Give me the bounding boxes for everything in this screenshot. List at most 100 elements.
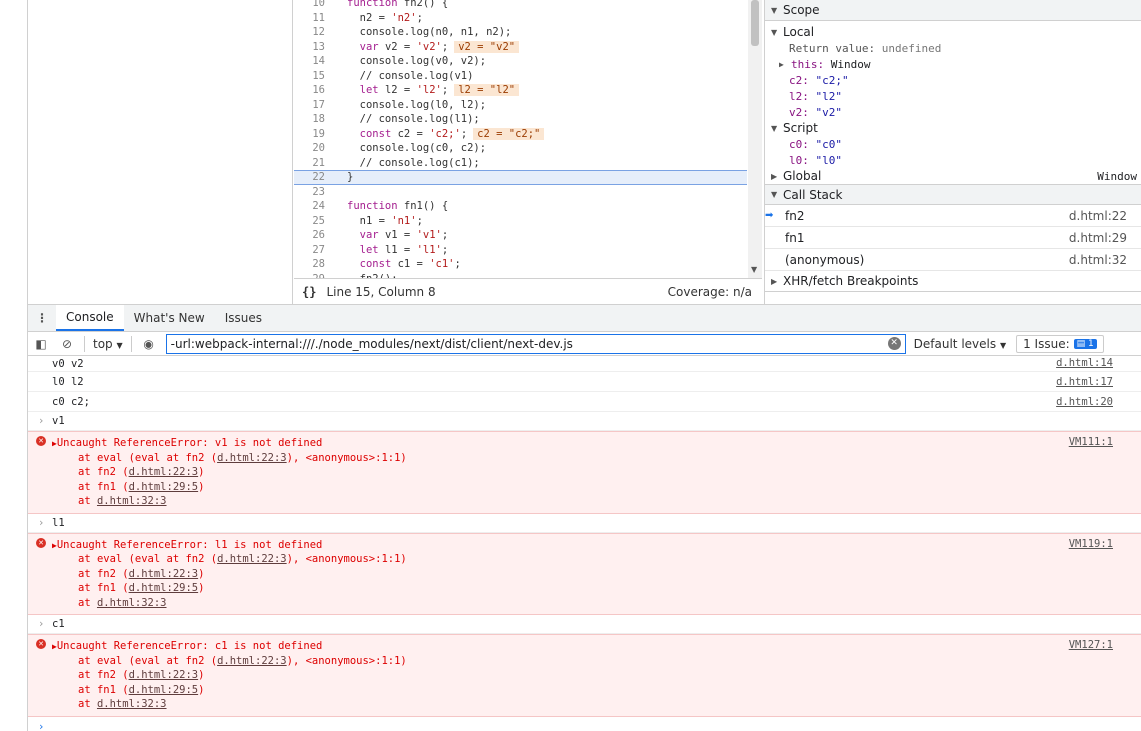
scope-section-header[interactable]: ▼ Scope — [765, 0, 1141, 21]
callstack-section-header[interactable]: ▼ Call Stack — [765, 184, 1141, 205]
clear-filter-icon[interactable]: ✕ — [887, 336, 901, 350]
code-line[interactable]: 21 // console.log(c1); — [294, 156, 747, 171]
stack-link[interactable]: d.html:22:3 — [129, 466, 199, 478]
scope-global-header[interactable]: ▶ Global Window — [771, 168, 1141, 184]
stack-text: at fn2 ( — [78, 466, 129, 478]
scope-local-header[interactable]: ▼ Local — [771, 24, 1141, 40]
stack-link[interactable]: d.html:29:5 — [129, 582, 199, 594]
sidebar-toggle-icon[interactable]: ◧ — [28, 337, 54, 351]
line-number[interactable]: 13 — [294, 41, 331, 53]
scroll-down-arrow-icon[interactable]: ▼ — [751, 265, 757, 274]
line-number[interactable]: 19 — [294, 128, 331, 140]
more-options-icon[interactable]: ⋮ — [28, 305, 56, 331]
callstack-frame[interactable]: fn1 d.html:29 — [765, 227, 1141, 249]
code-line[interactable]: 14 console.log(v0, v2); — [294, 54, 747, 69]
source-link[interactable]: d.html:17 — [1056, 376, 1113, 388]
code-line[interactable]: 11 n2 = 'n2'; — [294, 11, 747, 26]
issues-button[interactable]: 1 Issue: ▤ 1 — [1016, 334, 1104, 353]
code-line[interactable]: 26 var v1 = 'v1'; — [294, 228, 747, 243]
return-value-label: Return value: — [789, 41, 876, 55]
line-number[interactable]: 21 — [294, 157, 331, 169]
stack-link[interactable]: d.html:22:3 — [217, 655, 287, 667]
code-line[interactable]: 18 // console.log(l1); — [294, 112, 747, 127]
callstack-frame[interactable]: ➡ fn2 d.html:22 — [765, 205, 1141, 227]
scope-title: Scope — [783, 3, 820, 17]
source-link[interactable]: d.html:20 — [1056, 396, 1113, 408]
stack-link[interactable]: d.html:22:3 — [129, 669, 199, 681]
eye-icon[interactable]: ◉ — [136, 337, 162, 351]
stack-link[interactable]: d.html:32:3 — [97, 597, 167, 609]
source-editor[interactable]: 10 function fn2() {11 n2 = 'n2'; 12 consol… — [294, 0, 762, 278]
stack-link[interactable]: d.html:22:3 — [217, 452, 287, 464]
stack-link[interactable]: d.html:29:5 — [129, 684, 199, 696]
console-filter-input[interactable]: -url:webpack-internal:///./node_modules/… — [165, 333, 906, 354]
issue-count-badge: ▤ 1 — [1073, 338, 1097, 349]
code-line[interactable]: 13 var v2 = 'v2'; v2 = "v2" — [294, 40, 747, 55]
line-number[interactable]: 27 — [294, 244, 331, 256]
code-line[interactable]: 10 function fn2() { — [294, 0, 747, 11]
source-link[interactable]: VM127:1 — [1069, 639, 1113, 651]
drawer-tab-bar: ⋮ Console What's New Issues — [28, 304, 1141, 332]
stack-link[interactable]: d.html:29:5 — [129, 481, 199, 493]
frame-function: fn1 — [785, 230, 805, 245]
line-number[interactable]: 24 — [294, 200, 331, 212]
code-line[interactable]: 27 let l1 = 'l1'; — [294, 243, 747, 258]
source-link[interactable]: d.html:14 — [1056, 357, 1113, 369]
prompt-chevron-icon: › — [38, 516, 45, 529]
stack-link[interactable]: d.html:22:3 — [217, 553, 287, 565]
coverage-status: Coverage: n/a — [667, 284, 752, 299]
editor-scrollbar[interactable]: ▼ — [748, 0, 762, 278]
line-number[interactable]: 17 — [294, 99, 331, 111]
frame-location[interactable]: d.html:22 — [1069, 209, 1127, 223]
line-number[interactable]: 25 — [294, 215, 331, 227]
code-line[interactable]: 24 function fn1() { — [294, 199, 747, 214]
line-number[interactable]: 22 — [294, 171, 331, 183]
code-line[interactable]: 28 const c1 = 'c1'; — [294, 257, 747, 272]
stack-text: ), <anonymous>:1:1) — [286, 654, 407, 667]
this-value: Window — [830, 57, 871, 71]
tab-console[interactable]: Console — [56, 305, 124, 331]
line-number[interactable]: 20 — [294, 142, 331, 154]
error-message[interactable]: Uncaught ReferenceError: c1 is not defin… — [57, 640, 323, 652]
line-number[interactable]: 12 — [294, 26, 331, 38]
this-row[interactable]: ▶ this: Window — [771, 56, 1141, 72]
code-line[interactable]: 15 // console.log(v1) — [294, 69, 747, 84]
context-selector[interactable]: top ▼ — [89, 337, 127, 351]
line-number[interactable]: 23 — [294, 186, 331, 198]
line-number[interactable]: 26 — [294, 229, 331, 241]
line-number[interactable]: 14 — [294, 55, 331, 67]
tab-issues[interactable]: Issues — [215, 305, 272, 331]
code-line[interactable]: 16 let l2 = 'l2'; l2 = "l2" — [294, 83, 747, 98]
code-line[interactable]: 25 n1 = 'n1'; — [294, 214, 747, 229]
stack-link[interactable]: d.html:32:3 — [97, 495, 167, 507]
scope-script-header[interactable]: ▼ Script — [771, 120, 1141, 136]
clear-console-icon[interactable]: ⊘ — [54, 337, 80, 351]
error-message[interactable]: Uncaught ReferenceError: v1 is not defin… — [57, 437, 323, 449]
xhr-breakpoints-header[interactable]: ▶ XHR/fetch Breakpoints — [765, 271, 1141, 292]
stack-link[interactable]: d.html:32:3 — [97, 698, 167, 710]
frame-location[interactable]: d.html:29 — [1069, 231, 1127, 245]
code-line[interactable]: 12 console.log(n0, n1, n2); — [294, 25, 747, 40]
line-number[interactable]: 15 — [294, 70, 331, 82]
line-number[interactable]: 10 — [294, 0, 331, 9]
code-line[interactable]: 23 — [294, 185, 747, 200]
console-prompt[interactable]: › — [28, 717, 1141, 731]
code-line[interactable]: 20 console.log(c0, c2); — [294, 141, 747, 156]
editor-scrollbar-thumb[interactable] — [751, 0, 759, 46]
line-number[interactable]: 11 — [294, 12, 331, 24]
pretty-print-icon[interactable]: {} — [302, 285, 316, 299]
code-line[interactable]: 19 const c2 = 'c2;'; c2 = "c2;" — [294, 127, 747, 142]
line-number[interactable]: 16 — [294, 84, 331, 96]
code-line[interactable]: 17 console.log(l0, l2); — [294, 98, 747, 113]
tab-whats-new[interactable]: What's New — [124, 305, 215, 331]
line-number[interactable]: 18 — [294, 113, 331, 125]
stack-link[interactable]: d.html:22:3 — [129, 568, 199, 580]
source-link[interactable]: VM119:1 — [1069, 538, 1113, 550]
source-link[interactable]: VM111:1 — [1069, 436, 1113, 448]
code-line[interactable]: 22} — [294, 170, 747, 185]
frame-location[interactable]: d.html:32 — [1069, 253, 1127, 267]
line-number[interactable]: 28 — [294, 258, 331, 270]
log-levels-dropdown[interactable]: Default levels ▼ — [914, 337, 1006, 351]
callstack-frame[interactable]: (anonymous) d.html:32 — [765, 249, 1141, 271]
error-message[interactable]: Uncaught ReferenceError: l1 is not defin… — [57, 539, 323, 551]
